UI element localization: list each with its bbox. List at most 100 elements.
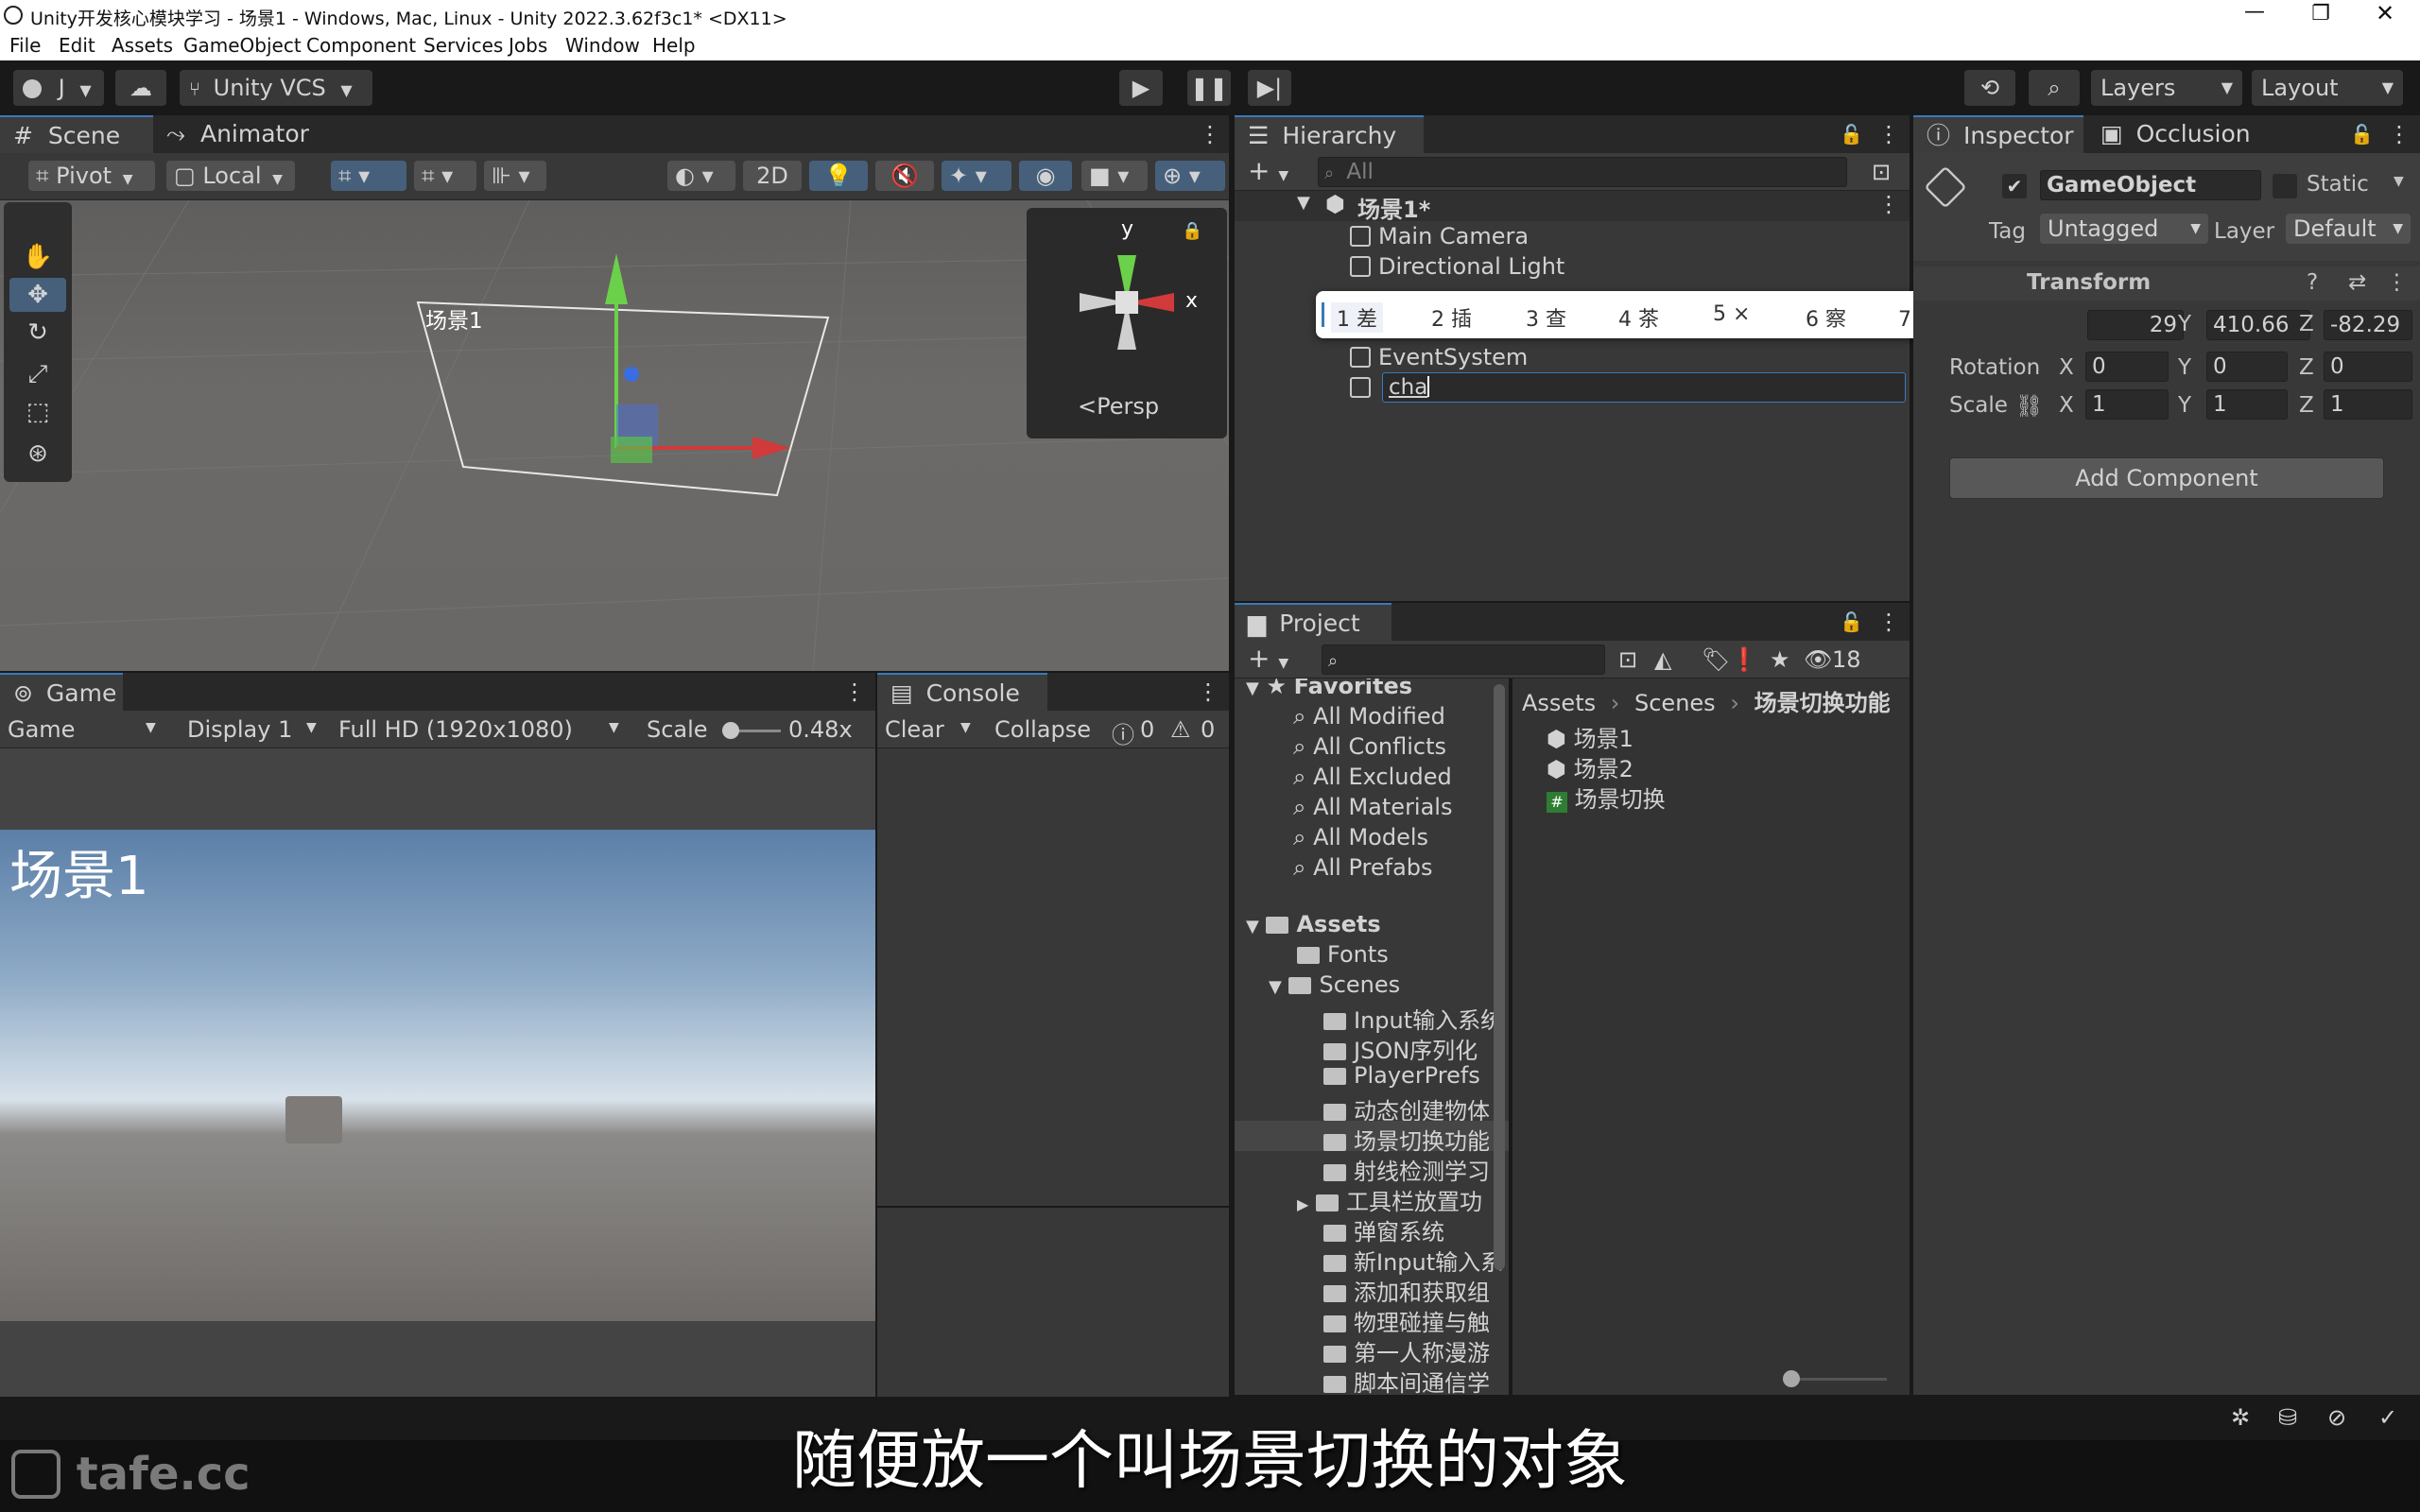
- game-view-dropdown[interactable]: Game ▼: [8, 716, 168, 743]
- folder-new-input[interactable]: 新Input输入系: [1323, 1244, 1503, 1277]
- search-button[interactable]: ⌕: [2029, 70, 2080, 106]
- transform-tool-icon[interactable]: ⊛: [9, 437, 66, 471]
- filter-type-icon[interactable]: ◭: [1654, 646, 1671, 673]
- breadcrumb-scenes[interactable]: Scenes: [1634, 690, 1716, 716]
- orientation-gizmo[interactable]: y x 🔒 <Persp: [1027, 208, 1227, 438]
- menu-file[interactable]: File: [9, 34, 41, 57]
- clear-dropdown-icon[interactable]: ▼: [960, 720, 971, 735]
- favorite-all-prefabs[interactable]: ⌕ All Prefabs: [1293, 854, 1433, 881]
- scale-x-field[interactable]: 1: [2085, 389, 2169, 420]
- more-icon[interactable]: ⋮: [1877, 121, 1900, 147]
- ime-candidate-2[interactable]: 2 插: [1431, 302, 1472, 333]
- lighting-button[interactable]: 💡: [809, 161, 868, 191]
- favorite-all-models[interactable]: ⌕ All Models: [1293, 824, 1428, 850]
- folder-add-component[interactable]: 添加和获取组: [1323, 1274, 1490, 1307]
- grid-snap-button[interactable]: ⌗ ▾: [331, 161, 406, 191]
- assets-folder[interactable]: ▼ Assets: [1246, 911, 1381, 937]
- filter-label-icon[interactable]: 🏷: [1702, 646, 1730, 673]
- tab-animator[interactable]: ⤳ Animator: [153, 115, 323, 153]
- scale-slider[interactable]: [722, 722, 781, 739]
- tab-hierarchy[interactable]: ☰ Hierarchy: [1235, 115, 1424, 153]
- search-scope-icon[interactable]: ⊡: [1618, 646, 1637, 673]
- minimize-icon[interactable]: —: [2240, 0, 2269, 24]
- lock-icon[interactable]: 🔓: [1840, 123, 1863, 146]
- add-icon[interactable]: + ▼: [1248, 643, 1288, 674]
- hierarchy-list[interactable]: ▼ ⬢ 场景1* ⋮ Main Camera Directional Light…: [1235, 191, 1910, 601]
- help-icon[interactable]: ?: [2307, 270, 2318, 295]
- restore-icon[interactable]: ❐: [2307, 2, 2335, 26]
- tag-dropdown[interactable]: Untagged ▼: [2040, 214, 2208, 244]
- tab-console[interactable]: ▤ Console: [877, 673, 1047, 711]
- scale-z-field[interactable]: 1: [2324, 389, 2412, 420]
- step-button[interactable]: ▶|: [1248, 70, 1291, 106]
- favorite-all-modified[interactable]: ⌕ All Modified: [1293, 703, 1445, 730]
- display-dropdown[interactable]: Display 1 ▼: [187, 716, 329, 743]
- filter-issues-icon[interactable]: ❗: [1730, 646, 1758, 673]
- lock-icon[interactable]: 🔓: [2350, 123, 2374, 146]
- collapse-button[interactable]: Collapse: [994, 716, 1091, 743]
- more-icon[interactable]: ⋮: [2386, 270, 2408, 295]
- add-icon[interactable]: + ▼: [1248, 155, 1288, 186]
- favorite-star-icon[interactable]: ★: [1770, 646, 1790, 673]
- project-search-input[interactable]: ⌕: [1322, 644, 1605, 675]
- add-component-button[interactable]: Add Component: [1949, 457, 2384, 499]
- warning-icon[interactable]: ⚠: [1170, 716, 1191, 743]
- effects-button[interactable]: ✦ ▾: [942, 161, 1011, 191]
- move-tool-icon[interactable]: ✥: [9, 278, 66, 312]
- scale-link-icon[interactable]: ⛓: [2015, 393, 2043, 419]
- breadcrumb-scene-switch[interactable]: 场景切换功能: [1754, 690, 1891, 716]
- pause-button[interactable]: ❚❚: [1187, 70, 1231, 106]
- preset-icon[interactable]: ⇄: [2348, 270, 2366, 295]
- hierarchy-item-eventsystem[interactable]: EventSystem: [1350, 344, 1528, 370]
- menu-assets[interactable]: Assets: [112, 34, 173, 57]
- fonts-folder[interactable]: Fonts: [1297, 941, 1389, 968]
- rename-input[interactable]: cha: [1382, 372, 1906, 403]
- vcs-dropdown[interactable]: ⑂ Unity VCS ▼: [180, 70, 372, 106]
- active-checkbox[interactable]: ✔: [2002, 174, 2027, 198]
- resolution-dropdown[interactable]: Full HD (1920x1080) ▼: [338, 716, 631, 743]
- scale-tool-icon[interactable]: ⤢: [9, 357, 66, 391]
- folder-script-comm[interactable]: 脚本间通信学: [1323, 1365, 1490, 1395]
- hierarchy-item-renaming[interactable]: cha: [1339, 372, 1906, 404]
- toggle-2d-button[interactable]: 2D: [743, 161, 802, 191]
- console-list[interactable]: [877, 748, 1229, 1206]
- file-scene-switch-script[interactable]: # 场景切换: [1547, 781, 1666, 814]
- increment-snap-button[interactable]: ⌗ ▾: [414, 161, 476, 191]
- more-icon[interactable]: ⋮: [2388, 121, 2411, 147]
- close-icon[interactable]: ✕: [2371, 0, 2399, 26]
- rotation-x-field[interactable]: 0: [2085, 352, 2169, 382]
- folder-first-person[interactable]: 第一人称漫游: [1323, 1334, 1490, 1367]
- more-icon[interactable]: ⋮: [1877, 609, 1900, 635]
- local-dropdown[interactable]: ▢ Local ▼: [166, 161, 295, 191]
- hierarchy-search-input[interactable]: ⌕ All: [1318, 157, 1847, 187]
- ruler-button[interactable]: ⊪ ▾: [484, 161, 546, 191]
- position-x-field[interactable]: 29: [2087, 310, 2184, 340]
- favorite-all-excluded[interactable]: ⌕ All Excluded: [1293, 764, 1452, 790]
- clear-button[interactable]: Clear: [885, 716, 944, 743]
- shading-dropdown[interactable]: ◐ ▾: [667, 161, 735, 191]
- position-y-field[interactable]: 410.66: [2206, 310, 2310, 340]
- scenes-folder[interactable]: ▼ Scenes: [1269, 971, 1400, 998]
- folder-toolbar-place[interactable]: ▶ 工具栏放置功: [1297, 1183, 1482, 1216]
- layout-dropdown[interactable]: Layout ▼: [2252, 70, 2403, 106]
- folder-raycast[interactable]: 射线检测学习: [1323, 1153, 1490, 1186]
- history-button[interactable]: ⟲: [1964, 70, 2015, 106]
- menu-help[interactable]: Help: [652, 34, 696, 57]
- transform-header[interactable]: Transform ? ⇄ ⋮: [1913, 266, 2420, 301]
- pivot-dropdown[interactable]: ⌗ Pivot ▼: [28, 161, 155, 191]
- menu-component[interactable]: Component: [306, 34, 416, 57]
- scene-picker-icon[interactable]: ⊡: [1872, 159, 1891, 185]
- console-detail[interactable]: [877, 1208, 1229, 1402]
- ime-candidate-1[interactable]: 1 差: [1331, 302, 1383, 333]
- menu-jobs[interactable]: Jobs: [509, 34, 547, 57]
- more-icon[interactable]: ⋮: [843, 679, 866, 705]
- menu-edit[interactable]: Edit: [59, 34, 95, 57]
- play-button[interactable]: ▶: [1119, 70, 1163, 106]
- gameobject-name-input[interactable]: GameObject: [2040, 170, 2261, 200]
- rotate-tool-icon[interactable]: ↻: [9, 316, 66, 350]
- menu-services[interactable]: Services: [424, 34, 503, 57]
- file-scene1[interactable]: ⬢ 场景1: [1547, 720, 1634, 753]
- tab-inspector[interactable]: ⓘ Inspector: [1913, 115, 2083, 153]
- tab-project[interactable]: ▆ Project: [1235, 603, 1392, 641]
- static-checkbox[interactable]: [2273, 174, 2297, 198]
